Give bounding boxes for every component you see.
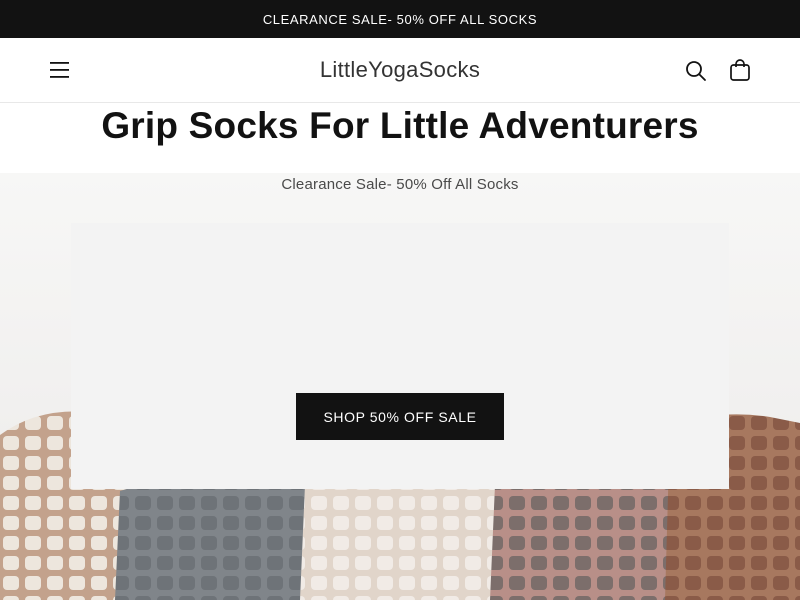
- announcement-bar: CLEARANCE SALE- 50% OFF ALL SOCKS: [0, 0, 800, 38]
- hero-title: Grip Socks For Little Adventurers: [101, 105, 699, 146]
- hero-text-card: [71, 223, 729, 489]
- hero-subtitle: Clearance Sale- 50% Off All Socks: [281, 176, 519, 193]
- site-header: LittleYogaSocks: [0, 38, 800, 103]
- shopping-bag-icon[interactable]: [727, 57, 753, 83]
- hero-banner: [0, 173, 800, 600]
- shop-sale-button[interactable]: SHOP 50% OFF SALE: [296, 393, 504, 440]
- store-logo[interactable]: LittleYogaSocks: [0, 57, 800, 83]
- announcement-text: CLEARANCE SALE- 50% OFF ALL SOCKS: [262, 11, 538, 27]
- search-icon[interactable]: [683, 58, 709, 84]
